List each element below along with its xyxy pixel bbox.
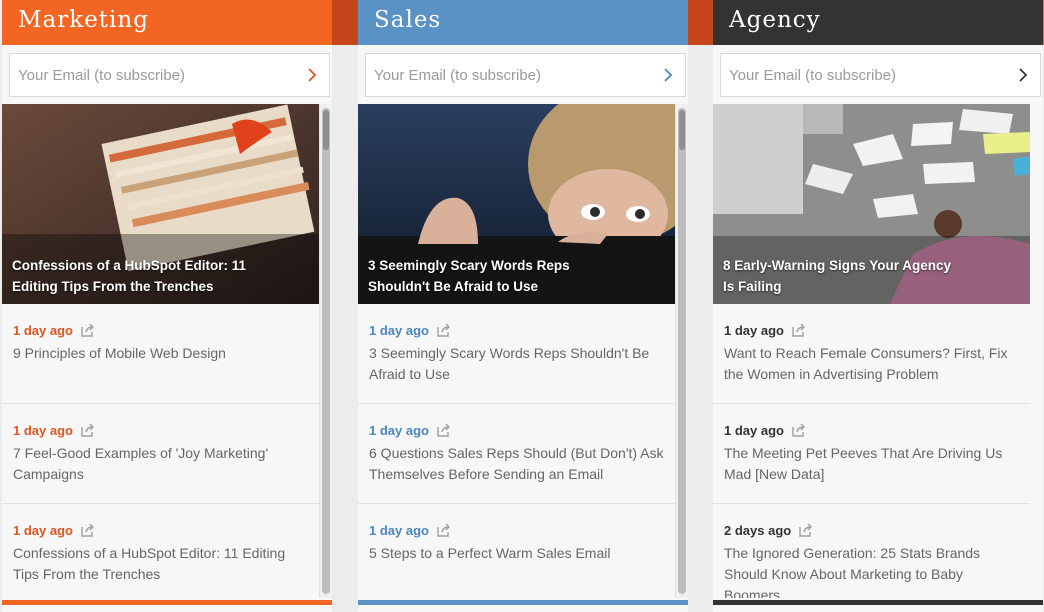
- feed-scrollbar[interactable]: [675, 104, 688, 598]
- header-gap-left: [330, 0, 358, 45]
- list-item: 1 day ago 7 Feel-Good Examples of 'Joy M…: [2, 404, 319, 504]
- article-title-link[interactable]: Confessions of a HubSpot Editor: 11 Edit…: [13, 543, 308, 585]
- featured-article[interactable]: 3 Seemingly Scary Words Reps Shouldn't B…: [358, 104, 675, 304]
- featured-article-title[interactable]: Confessions of a HubSpot Editor: 11 Edit…: [12, 255, 252, 297]
- article-title-link[interactable]: The Ignored Generation: 25 Stats Brands …: [724, 543, 1019, 598]
- featured-article-title[interactable]: 8 Early-Warning Signs Your Agency Is Fai…: [723, 255, 963, 297]
- article-feed: Confessions of a HubSpot Editor: 11 Edit…: [2, 104, 319, 598]
- article-title-link[interactable]: 5 Steps to a Perfect Warm Sales Email: [369, 543, 664, 564]
- featured-article[interactable]: Confessions of a HubSpot Editor: 11 Edit…: [2, 104, 319, 304]
- featured-article-title[interactable]: 3 Seemingly Scary Words Reps Shouldn't B…: [368, 255, 608, 297]
- timestamp: 1 day ago: [369, 422, 429, 438]
- list-item: 1 day ago 5 Steps to a Perfect Warm Sale…: [358, 504, 675, 598]
- share-icon[interactable]: [80, 323, 96, 337]
- timestamp: 1 day ago: [724, 322, 784, 338]
- share-icon[interactable]: [791, 323, 807, 337]
- subscribe-submit-arrow-icon[interactable]: [295, 54, 329, 96]
- subscribe-submit-arrow-icon[interactable]: [1006, 54, 1040, 96]
- subscribe-form: [9, 53, 330, 97]
- column-footer-bar: [2, 600, 332, 605]
- column-footer-bar: [713, 600, 1043, 605]
- email-subscribe-input[interactable]: [10, 66, 295, 84]
- timestamp: 1 day ago: [13, 322, 73, 338]
- share-icon[interactable]: [791, 423, 807, 437]
- timestamp: 1 day ago: [13, 422, 73, 438]
- subscribe-submit-arrow-icon[interactable]: [651, 54, 685, 96]
- scrollbar-thumb[interactable]: [323, 110, 329, 150]
- column-title: Marketing: [2, 0, 332, 45]
- email-subscribe-input[interactable]: [366, 66, 651, 84]
- timestamp: 1 day ago: [13, 522, 73, 538]
- feed-scrollbar[interactable]: [319, 104, 332, 598]
- timestamp: 2 days ago: [724, 522, 792, 538]
- share-icon[interactable]: [436, 323, 452, 337]
- column-footer-bar: [358, 600, 688, 605]
- article-title-link[interactable]: The Meeting Pet Peeves That Are Driving …: [724, 443, 1019, 485]
- list-item: 1 day ago The Meeting Pet Peeves That Ar…: [713, 404, 1030, 504]
- list-item: 1 day ago 6 Questions Sales Reps Should …: [358, 404, 675, 504]
- column-title: Sales: [358, 0, 688, 45]
- scrollbar-thumb[interactable]: [679, 110, 685, 150]
- subscribe-form: [720, 53, 1041, 97]
- sales-column: Sales 3 Seemingly Scary Words Reps Shoul…: [358, 0, 688, 612]
- article-title-link[interactable]: 3 Seemingly Scary Words Reps Shouldn't B…: [369, 343, 664, 385]
- article-title-link[interactable]: 6 Questions Sales Reps Should (But Don't…: [369, 443, 664, 485]
- list-item: 1 day ago 3 Seemingly Scary Words Reps S…: [358, 304, 675, 404]
- email-subscribe-input[interactable]: [721, 66, 1006, 84]
- timestamp: 1 day ago: [369, 322, 429, 338]
- article-title-link[interactable]: 7 Feel-Good Examples of 'Joy Marketing' …: [13, 443, 308, 485]
- marketing-column: Marketing Confessions of a HubSpot Edito…: [2, 0, 332, 612]
- agency-column: Agency 8 Early-War: [713, 0, 1043, 612]
- list-item: 2 days ago The Ignored Generation: 25 St…: [713, 504, 1030, 599]
- list-item: 1 day ago Want to Reach Female Consumers…: [713, 304, 1030, 404]
- subscribe-form: [365, 53, 686, 97]
- featured-article[interactable]: 8 Early-Warning Signs Your Agency Is Fai…: [713, 104, 1030, 304]
- timestamp: 1 day ago: [724, 422, 784, 438]
- article-title-link[interactable]: Want to Reach Female Consumers? First, F…: [724, 343, 1019, 385]
- share-icon[interactable]: [436, 423, 452, 437]
- article-feed: 8 Early-Warning Signs Your Agency Is Fai…: [713, 104, 1030, 598]
- list-item: 1 day ago 9 Principles of Mobile Web Des…: [2, 304, 319, 404]
- share-icon[interactable]: [798, 523, 814, 537]
- column-title: Agency: [713, 0, 1043, 45]
- share-icon[interactable]: [80, 423, 96, 437]
- header-gap-right: [686, 0, 713, 45]
- share-icon[interactable]: [436, 523, 452, 537]
- list-item: 1 day ago Confessions of a HubSpot Edito…: [2, 504, 319, 598]
- share-icon[interactable]: [80, 523, 96, 537]
- timestamp: 1 day ago: [369, 522, 429, 538]
- article-feed: 3 Seemingly Scary Words Reps Shouldn't B…: [358, 104, 675, 598]
- article-title-link[interactable]: 9 Principles of Mobile Web Design: [13, 343, 308, 364]
